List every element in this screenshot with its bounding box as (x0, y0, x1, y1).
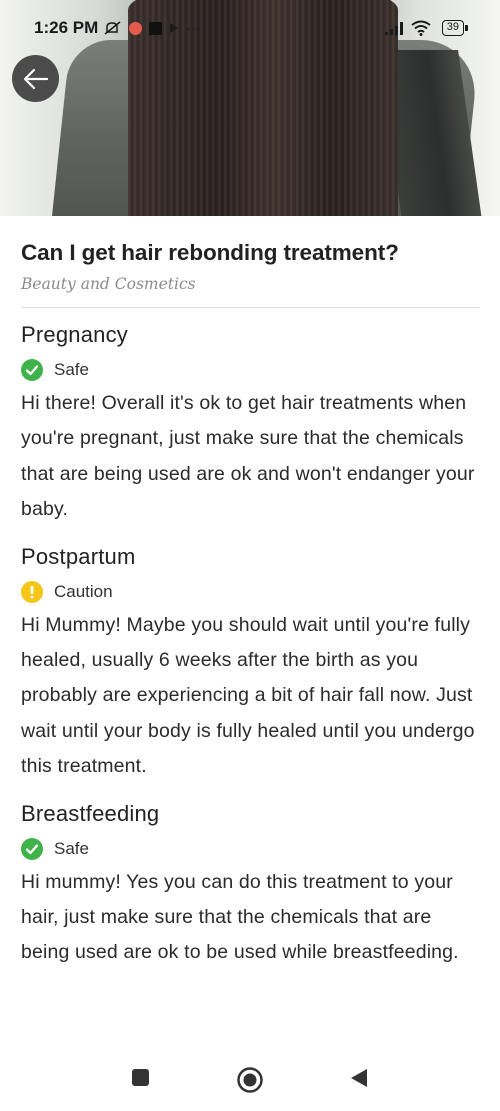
black-square-notification-icon (149, 21, 163, 35)
system-back-button[interactable] (349, 1068, 369, 1088)
category-label: Beauty and Cosmetics (21, 275, 196, 293)
page-title: Can I get hair rebonding treatment? (21, 240, 399, 265)
section-breastfeeding: Breastfeeding Safe Hi mummy! Yes you can… (21, 797, 481, 971)
app-notification-icon (129, 21, 143, 35)
square-icon (132, 1069, 149, 1086)
status-label: Safe (54, 360, 89, 379)
back-button[interactable] (12, 55, 59, 102)
arrow-left-icon (23, 68, 48, 89)
more-notifications-icon: ··· (186, 20, 201, 36)
article-content: Can I get hair rebonding treatment? Beau… (21, 232, 481, 971)
muted-notification-icon (104, 20, 122, 36)
play-notification-icon (169, 22, 179, 34)
section-text: Hi Mummy! Maybe you should wait until yo… (21, 613, 475, 778)
signal-icon (384, 21, 403, 35)
status-time: 1:26 PM (34, 18, 99, 37)
circle-home-icon (237, 1067, 263, 1093)
wifi-icon (411, 20, 431, 36)
hero-image: 1:26 PM ··· 39 (0, 0, 500, 216)
section-pregnancy: Pregnancy Safe Hi there! Overall it's ok… (21, 318, 481, 528)
status-label: Caution (54, 581, 113, 601)
check-circle-icon (21, 837, 43, 860)
home-button[interactable] (236, 1066, 264, 1094)
status-bar: 1:26 PM ··· 39 (0, 0, 500, 56)
system-nav-bar (0, 1050, 500, 1111)
section-heading: Breastfeeding (21, 800, 160, 826)
section-heading: Postpartum (21, 543, 136, 569)
status-row: Caution (21, 579, 481, 605)
divider (21, 307, 480, 308)
recents-button[interactable] (131, 1068, 150, 1087)
triangle-back-icon (351, 1069, 367, 1087)
status-label: Safe (54, 838, 89, 858)
section-text: Hi mummy! Yes you can do this treatment … (21, 870, 459, 964)
check-circle-icon (21, 359, 43, 381)
exclamation-circle-icon (21, 580, 43, 603)
section-heading: Pregnancy (21, 322, 128, 347)
battery-indicator: 39 (441, 20, 469, 36)
section-postpartum: Postpartum Caution Hi Mummy! Maybe you s… (21, 540, 481, 785)
section-text: Hi there! Overall it's ok to get hair tr… (21, 392, 475, 521)
status-row: Safe (21, 357, 481, 383)
status-row: Safe (21, 836, 481, 862)
